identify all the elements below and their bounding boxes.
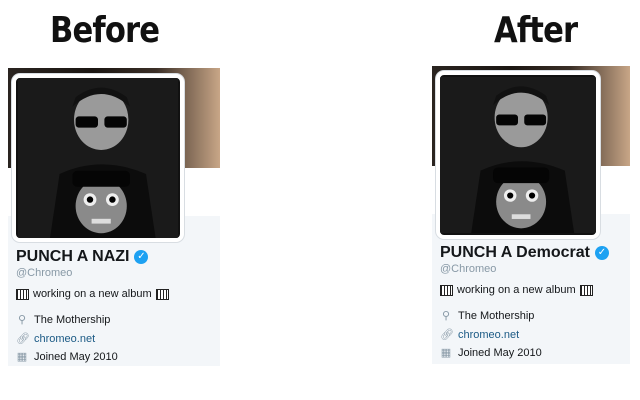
- verified-badge-icon: ✓: [594, 246, 609, 260]
- profile-location: ⚲ The Mothership: [16, 313, 110, 326]
- joined-text: Joined May 2010: [34, 350, 118, 363]
- website-link[interactable]: chromeo.net: [458, 329, 519, 341]
- profile-website[interactable]: 🔗︎ chromeo.net: [440, 328, 519, 341]
- profile-name: PUNCH A Democrat: [440, 244, 590, 261]
- profile-name: PUNCH A NAZI: [16, 248, 130, 265]
- piano-keys-icon: [155, 288, 169, 300]
- profile-website[interactable]: 🔗︎ chromeo.net: [16, 332, 95, 345]
- location-text: The Mothership: [458, 309, 535, 322]
- bio-text: working on a new album: [457, 284, 576, 296]
- avatar-photo: [440, 77, 596, 233]
- profile-bio: working on a new album: [16, 288, 169, 300]
- link-icon: 🔗︎: [16, 332, 30, 345]
- location-text: The Mothership: [34, 313, 111, 326]
- profile-joined: ▦ Joined May 2010: [16, 350, 118, 363]
- calendar-icon: ▦: [16, 350, 28, 363]
- piano-keys-icon: [579, 284, 593, 296]
- profile-avatar[interactable]: [12, 74, 184, 242]
- after-profile-card: PUNCH A Democrat ✓ @Chromeo working on a…: [432, 66, 630, 364]
- joined-text: Joined May 2010: [458, 346, 542, 359]
- location-pin-icon: ⚲: [441, 309, 451, 322]
- profile-location: ⚲ The Mothership: [440, 309, 534, 322]
- after-heading: After: [494, 10, 578, 51]
- before-heading: Before: [50, 10, 160, 51]
- website-link[interactable]: chromeo.net: [34, 333, 95, 345]
- profile-name-row: PUNCH A Democrat ✓: [440, 244, 609, 262]
- link-icon: 🔗︎: [440, 328, 454, 341]
- location-pin-icon: ⚲: [17, 313, 27, 326]
- calendar-icon: ▦: [440, 346, 452, 359]
- bio-text: working on a new album: [33, 288, 152, 300]
- piano-keys-icon: [16, 288, 29, 300]
- profile-handle: @Chromeo: [16, 267, 73, 279]
- profile-avatar[interactable]: [436, 71, 600, 239]
- profile-joined: ▦ Joined May 2010: [440, 346, 542, 359]
- profile-handle: @Chromeo: [440, 263, 497, 275]
- piano-keys-icon: [440, 284, 453, 296]
- verified-badge-icon: ✓: [134, 250, 149, 264]
- avatar-photo: [18, 78, 178, 238]
- profile-bio: working on a new album: [440, 284, 593, 296]
- before-profile-card: PUNCH A NAZI ✓ @Chromeo working on a new…: [8, 68, 220, 366]
- profile-name-row: PUNCH A NAZI ✓: [16, 248, 149, 266]
